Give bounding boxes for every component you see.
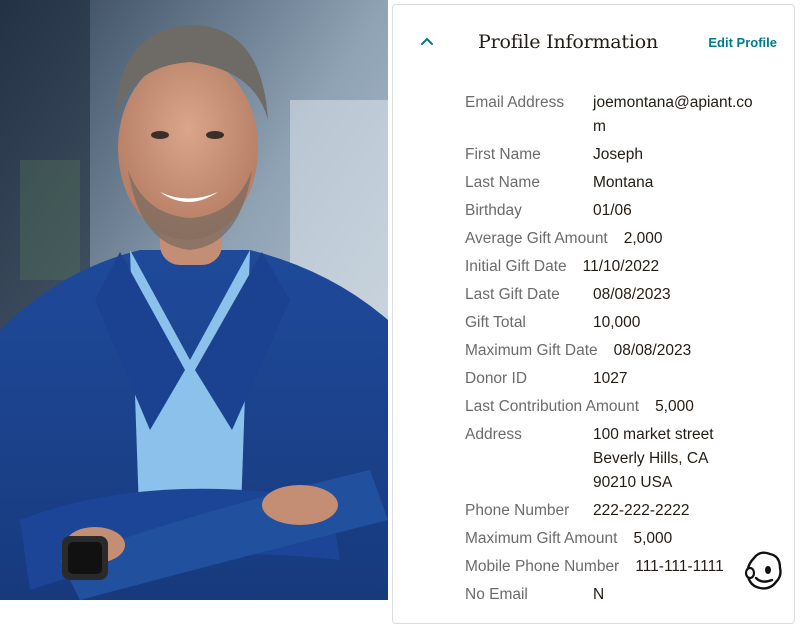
field-label: Email Address [465,94,565,111]
field-label: Last Name [465,174,540,191]
field-label: Maximum Gift Amount [465,530,618,547]
field-value: N [593,586,605,603]
field-maximum-gift-date: Maximum Gift Date 08/08/2023 [465,339,794,363]
field-average-gift-amount: Average Gift Amount 2,000 [465,227,794,251]
field-value: 08/08/2023 [593,286,671,303]
panel-header: Profile Information Edit Profile [393,5,794,81]
field-label: No Email [465,586,528,603]
field-label: First Name [465,146,541,163]
field-label: Donor ID [465,370,528,387]
field-gift-total: Gift Total 10,000 [465,311,794,335]
field-last-gift-date: Last Gift Date 08/08/2023 [465,283,794,307]
field-label: Mobile Phone Number [465,558,620,575]
field-initial-gift-date: Initial Gift Date 11/10/2022 [465,255,794,279]
field-label: Last Gift Date [465,286,560,303]
field-value: Montana [593,174,654,191]
field-first-name: First Name Joseph [465,143,794,167]
field-value: 2,000 [623,230,663,247]
field-label: Address [465,426,522,443]
profile-information-panel: Profile Information Edit Profile Email A… [392,4,795,624]
field-value: 5,000 [655,398,694,415]
profile-photo [0,0,388,600]
field-birthday: Birthday 01/06 [465,199,794,223]
field-label: Initial Gift Date [465,258,567,275]
field-label: Maximum Gift Date [465,342,598,359]
field-value: 222-222-2222 [593,502,690,519]
field-label: Phone Number [465,502,570,519]
address-line-3: 90210 USA [593,474,673,491]
mailchimp-logo-icon [740,546,788,594]
field-email: Email Address joemontana@apiant.com [465,91,794,139]
field-value: 01/06 [593,202,632,219]
field-value: 10,000 [593,314,641,331]
field-value: joemontana@apiant.com [593,94,753,135]
field-value: 5,000 [633,530,673,547]
field-value: 111-111-1111 [635,558,724,575]
field-value: 11/10/2022 [582,258,660,275]
field-last-name: Last Name Montana [465,171,794,195]
field-last-contribution-amount: Last Contribution Amount 5,000 [465,395,794,419]
chevron-up-icon[interactable] [419,33,435,49]
field-label: Birthday [465,202,522,219]
profile-fields: Email Address joemontana@apiant.com Firs… [465,91,794,611]
field-label: Last Contribution Amount [465,398,640,415]
field-value: 08/08/2023 [613,342,692,359]
field-value: Joseph [593,146,643,163]
edit-profile-link[interactable]: Edit Profile [708,35,777,50]
field-label: Gift Total [465,314,526,331]
address-line-1: 100 market street [593,426,714,443]
field-donor-id: Donor ID 1027 [465,367,794,391]
panel-title: Profile Information [478,31,659,53]
field-value: 1027 [593,370,628,387]
field-phone-number: Phone Number 222-222-2222 [465,499,794,523]
profile-photo-illustration [0,0,388,600]
field-address: Address 100 market street Beverly Hills,… [465,423,794,495]
field-value: 100 market street Beverly Hills, CA 9021… [593,423,714,495]
field-label: Average Gift Amount [465,230,608,247]
address-line-2: Beverly Hills, CA [593,450,709,467]
